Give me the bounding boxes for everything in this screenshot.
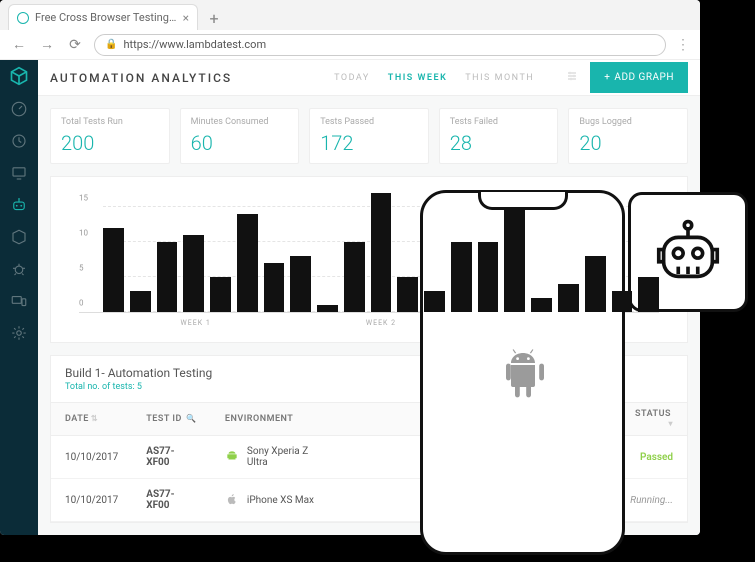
browser-tab[interactable]: Free Cross Browser Testing Clou × (8, 4, 198, 30)
page-title: AUTOMATION ANALYTICS (50, 71, 334, 85)
forward-icon[interactable]: → (38, 36, 56, 53)
stat-value: 200 (61, 131, 159, 155)
cell-env: iPhone XS Max (211, 479, 344, 522)
browser-menu-icon[interactable]: ⋮ (676, 37, 690, 53)
filter-this-month[interactable]: THIS MONTH (465, 73, 534, 83)
date-filters: TODAY THIS WEEK THIS MONTH (334, 70, 578, 85)
device-name: iPhone XS Max (247, 495, 314, 506)
chart-bar (157, 242, 178, 312)
robot-icon[interactable] (10, 196, 28, 214)
stat-value: 20 (579, 131, 677, 155)
y-tick-label: 15 (79, 194, 88, 203)
stat-card: Tests Failed 28 (439, 108, 559, 164)
devices-icon[interactable] (10, 292, 28, 310)
close-tab-icon[interactable]: × (183, 11, 189, 25)
new-tab-button[interactable]: + (202, 6, 226, 30)
cell-status: Passed (614, 436, 687, 479)
x-tick-label: WEEK 1 (181, 319, 211, 327)
chart-bar (344, 242, 365, 312)
sidebar (0, 60, 38, 535)
reload-icon[interactable]: ⟳ (66, 37, 84, 53)
cell-date: 10/10/2017 (51, 479, 132, 522)
stat-card: Bugs Logged 20 (568, 108, 688, 164)
add-graph-button[interactable]: + ADD GRAPH (590, 62, 688, 93)
stat-label: Tests Failed (450, 117, 548, 127)
back-icon[interactable]: ← (10, 36, 28, 53)
chart-bar (210, 277, 231, 312)
y-tick-label: 10 (79, 229, 88, 238)
android-icon (498, 345, 548, 401)
stat-label: Total Tests Run (61, 117, 159, 127)
chart-bar (585, 256, 606, 312)
stat-label: Minutes Consumed (191, 117, 289, 127)
bug-icon[interactable] (10, 260, 28, 278)
y-tick-label: 0 (79, 299, 84, 308)
col-status[interactable]: STATUS ▾ (614, 403, 687, 436)
chart-bar (237, 214, 258, 312)
stats-row: Total Tests Run 200 Minutes Consumed 60 Test… (38, 96, 700, 176)
chart-bar (612, 291, 633, 312)
bar-chart: 0 5 10 15 (79, 193, 659, 313)
url-input[interactable]: 🔒 https://www.lambdatest.com (94, 34, 666, 56)
app-logo-icon (9, 66, 29, 86)
chart-bar (130, 291, 151, 312)
gear-icon[interactable] (10, 324, 28, 342)
chart-bar (103, 228, 124, 312)
chart-bar (424, 291, 445, 312)
device-name: Sony Xperia Z Ultra (247, 446, 330, 468)
y-tick-label: 5 (79, 264, 84, 273)
col-date[interactable]: DATE⇅ (51, 403, 132, 436)
chart-bar (531, 298, 552, 312)
filter-today[interactable]: TODAY (334, 73, 370, 83)
col-test-id[interactable]: TEST ID 🔍 (132, 403, 211, 436)
cell-status: Running... (614, 479, 687, 522)
address-bar: ← → ⟳ 🔒 https://www.lambdatest.com ⋮ (0, 30, 700, 60)
chart-bar (397, 277, 418, 312)
stat-card: Total Tests Run 200 (50, 108, 170, 164)
stat-label: Tests Passed (320, 117, 418, 127)
filter-this-week[interactable]: THIS WEEK (388, 73, 447, 83)
stat-card: Tests Passed 172 (309, 108, 429, 164)
add-graph-label: ADD GRAPH (614, 72, 674, 83)
sliders-icon[interactable] (566, 70, 578, 85)
chart-bar (558, 284, 579, 312)
chart-bar (183, 235, 204, 312)
col-environment: ENVIRONMENT (211, 403, 344, 436)
tab-title: Free Cross Browser Testing Clou (35, 11, 177, 24)
monitor-icon[interactable] (10, 164, 28, 182)
cell-env: Sony Xperia Z Ultra (211, 436, 344, 479)
chart-bar (371, 193, 392, 312)
chart-bar (451, 242, 472, 312)
stat-label: Bugs Logged (579, 117, 677, 127)
stat-value: 172 (320, 131, 418, 155)
chart-bar (264, 263, 285, 312)
filter-icon: ▾ (668, 419, 673, 428)
android-icon (225, 449, 239, 466)
lock-icon: 🔒 (105, 39, 117, 50)
favicon-icon (17, 12, 29, 24)
stat-value: 60 (191, 131, 289, 155)
plus-icon: + (604, 72, 610, 83)
chart-bar (290, 256, 311, 312)
apple-icon (225, 492, 239, 509)
chart-bar (504, 207, 525, 312)
stat-card: Minutes Consumed 60 (180, 108, 300, 164)
chart-bar (478, 242, 499, 312)
search-icon: 🔍 (184, 414, 197, 423)
robot-large-icon (649, 213, 727, 291)
cell-date: 10/10/2017 (51, 436, 132, 479)
tab-strip: Free Cross Browser Testing Clou × + (0, 0, 700, 30)
sort-icon: ⇅ (91, 414, 98, 423)
url-text: https://www.lambdatest.com (123, 38, 266, 51)
x-tick-label: WEEK 2 (366, 319, 396, 327)
stat-value: 28 (450, 131, 548, 155)
chart-bar (638, 277, 659, 312)
dashboard-icon[interactable] (10, 100, 28, 118)
cube-icon[interactable] (10, 228, 28, 246)
cell-test-id: AS77-XF00 (132, 436, 211, 479)
clock-icon[interactable] (10, 132, 28, 150)
chart-bar (317, 305, 338, 312)
cell-test-id: AS77-XF00 (132, 479, 211, 522)
top-bar: AUTOMATION ANALYTICS TODAY THIS WEEK THI… (38, 60, 700, 96)
